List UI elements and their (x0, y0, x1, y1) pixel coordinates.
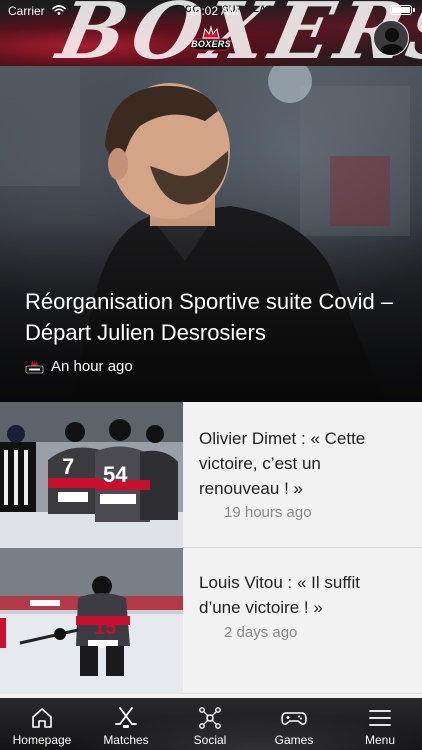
tab-label: Games (274, 733, 314, 747)
hero-gradient-overlay (0, 66, 422, 402)
tab-social[interactable]: Social (168, 698, 252, 750)
header-banner: BOXERS HOCKEY SUR GLACE Carrier 10:02 AM… (0, 0, 422, 66)
article-title[interactable]: Louis Vitou : « Il suffit d’une victoire… (199, 570, 399, 620)
article-title[interactable]: Olivier Dimet : « Cette victoire, c’est … (199, 426, 399, 501)
player-skating-photo: 15 (0, 548, 183, 694)
logo-text: BOXERS (191, 39, 231, 49)
article-list-item[interactable]: 15 Louis Vitou : « Il suffit d’une victo… (0, 548, 422, 694)
tab-label: Homepage (12, 733, 72, 747)
home-icon (32, 708, 52, 728)
gamepad-icon (281, 712, 307, 725)
tab-homepage[interactable]: Homepage (0, 698, 84, 750)
svg-text:54: 54 (103, 462, 128, 487)
tab-menu[interactable]: Menu (338, 698, 422, 750)
featured-article-meta: An hour ago (25, 358, 133, 375)
article-list-item[interactable]: 7 54 Olivier Dimet : « Cette victoire, c… (0, 402, 422, 548)
article-thumbnail: 7 54 (0, 402, 183, 548)
boxers-mini-logo-icon (25, 359, 44, 373)
article-thumbnail: 15 (0, 548, 183, 694)
screen: BOXERS HOCKEY SUR GLACE Carrier 10:02 AM… (0, 0, 422, 750)
social-network-icon (199, 707, 221, 729)
status-carrier: Carrier (8, 4, 45, 18)
featured-article[interactable]: Réorganisation Sportive suite Covid – Dé… (0, 66, 422, 402)
tab-label: Matches (103, 733, 149, 747)
status-time: 10:02 AM (188, 4, 239, 18)
profile-avatar[interactable] (373, 20, 409, 56)
featured-article-title[interactable]: Réorganisation Sportive suite Covid – Dé… (25, 286, 410, 348)
article-time: 2 days ago (224, 624, 298, 641)
tab-matches[interactable]: Matches (84, 698, 168, 750)
players-celebration-photo: 7 54 (0, 402, 183, 548)
hockey-sticks-icon (115, 707, 137, 728)
boxers-logo[interactable]: BOXERS (191, 25, 231, 53)
svg-text:15: 15 (94, 617, 116, 639)
article-time: 19 hours ago (224, 504, 312, 521)
tab-games[interactable]: Games (252, 698, 336, 750)
tab-label: Menu (364, 733, 396, 747)
tab-label: Social (193, 733, 227, 747)
svg-text:7: 7 (62, 454, 74, 479)
wifi-icon (52, 5, 66, 15)
bottom-tab-bar: Homepage Matches Social Games Menu (0, 698, 422, 750)
menu-icon (369, 710, 391, 726)
battery-icon (390, 5, 415, 15)
featured-article-time: An hour ago (51, 358, 133, 375)
